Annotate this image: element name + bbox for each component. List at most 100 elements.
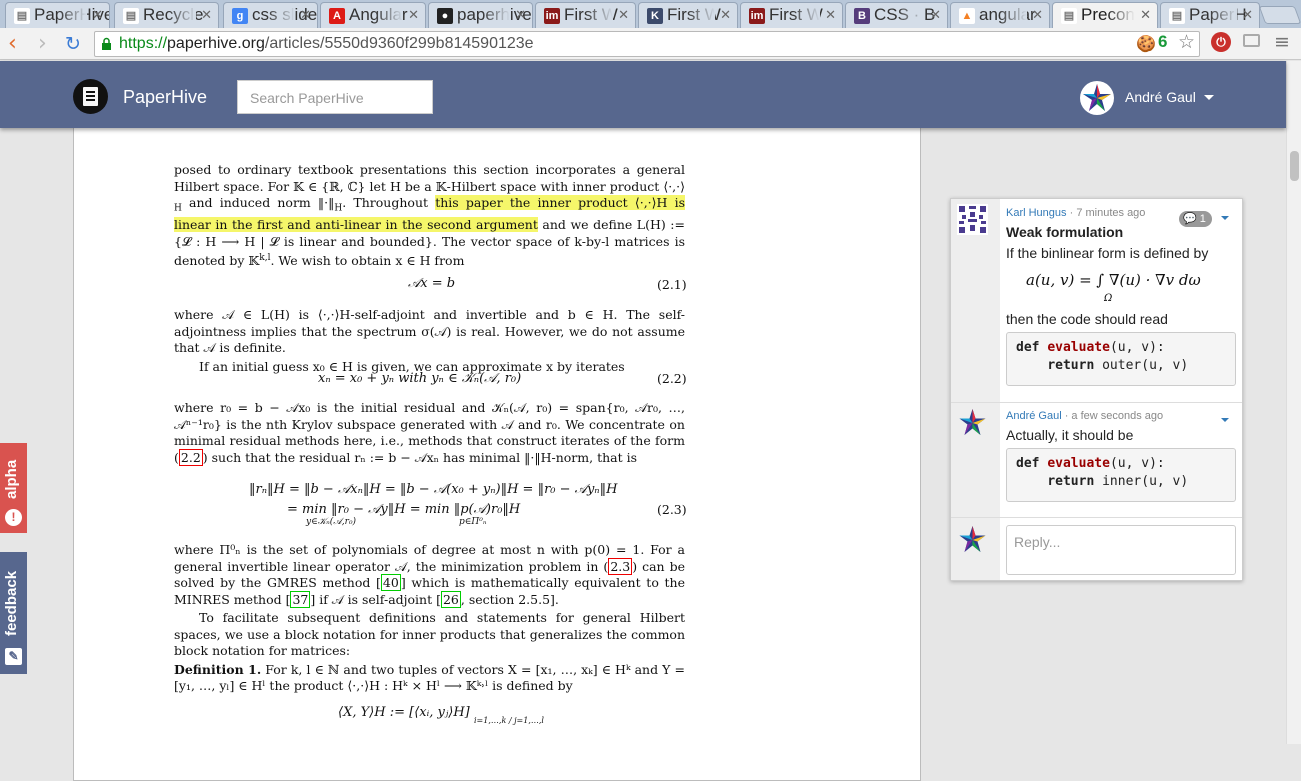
citation-link[interactable]: 37 (290, 590, 311, 608)
knowyourmeme-icon: K (647, 8, 663, 24)
tab-close-icon[interactable]: ✕ (1140, 7, 1151, 23)
citation-link[interactable]: 26 (440, 590, 461, 608)
new-tab-button[interactable] (1258, 6, 1301, 24)
tab-close-icon[interactable]: ✕ (720, 7, 731, 23)
lock-icon (102, 37, 111, 50)
code-block: def evaluate(u, v): return outer(u, v) (1006, 332, 1236, 386)
browser-tab[interactable]: imFirst W✕ (740, 2, 843, 28)
brand-name[interactable]: PaperHive (123, 87, 207, 108)
equation-2-2: xₙ = x₀ + yₙ with yₙ ∈ 𝒦ₙ(𝒜, r₀) (318, 371, 522, 386)
browser-tab[interactable]: g css slide ✕ (223, 2, 318, 28)
reply-input[interactable]: Reply... (1006, 525, 1236, 575)
search-input[interactable]: Search PaperHive (237, 80, 433, 114)
tab-close-icon[interactable]: ✕ (92, 7, 103, 23)
document-icon: ▤ (123, 8, 139, 24)
equation-number: (2.1) (657, 277, 687, 292)
forward-icon[interactable]: › (38, 33, 47, 55)
user-name[interactable]: André Gaul (1125, 89, 1196, 105)
comment-formula: a(u, v) = ∫ ∇(u) · ∇v dω (1026, 271, 1201, 289)
reload-icon[interactable]: ↻ (65, 33, 81, 55)
paperhive-logo-icon[interactable] (73, 79, 108, 114)
equation-definition: ⟨X, Y⟩H := [⟨xᵢ, yⱼ⟩H] (338, 705, 470, 720)
document-icon: ▤ (14, 8, 30, 24)
equation-2-1: 𝒜x = b (408, 276, 456, 291)
browser-tab[interactable]: ▤Precon✕ (1052, 2, 1158, 29)
google-icon: g (232, 8, 248, 24)
comment-meta: Karl Hungus · 7 minutes ago (1006, 207, 1146, 219)
browser-tab-strip: ▤PaperHive✕▤Recycle✕gcss slide✕AAngular✕… (0, 0, 1301, 29)
page-scrollbar[interactable] (1286, 61, 1301, 744)
browser-tab[interactable]: ▤PaperHive✕ (5, 2, 110, 28)
comment-options-caret-icon[interactable] (1221, 418, 1229, 422)
tab-close-icon[interactable]: ✕ (201, 7, 212, 23)
tab-close-icon[interactable]: ✕ (930, 7, 941, 23)
comment-options-caret-icon[interactable] (1221, 216, 1229, 220)
andre-gaul-avatar[interactable] (957, 407, 988, 438)
reply-count-badge[interactable]: 💬 1 (1179, 211, 1212, 227)
user-avatar[interactable] (1080, 81, 1114, 115)
tab-close-icon[interactable]: ✕ (515, 7, 526, 23)
paragraph: where r₀ = b − 𝒜x₀ is the initial residu… (174, 400, 685, 466)
alpha-label: alpha (3, 459, 20, 499)
tab-close-icon[interactable]: ✕ (825, 7, 836, 23)
equation-number: (2.3) (657, 502, 687, 517)
browser-tab[interactable]: AAngular✕ (320, 2, 426, 28)
definition-label: Definition 1. (174, 661, 262, 677)
browser-tab[interactable]: ▤PaperH✕ (1160, 2, 1260, 28)
comment-text: Actually, it should be (1006, 427, 1134, 443)
extension-badge[interactable]: 6 (1158, 32, 1167, 52)
karl-hungus-avatar[interactable] (957, 204, 988, 235)
alpha-tab[interactable]: ! alpha (0, 443, 27, 533)
user-menu-caret-icon[interactable] (1204, 95, 1214, 100)
browser-tab[interactable]: imFirst W✕ (535, 2, 636, 28)
document-icon: ▤ (1061, 8, 1077, 24)
url-text: https://paperhive.org/articles/5550d9360… (119, 35, 534, 52)
tab-close-icon[interactable]: ✕ (1032, 7, 1043, 23)
discussion-card: Karl Hungus · 7 minutes ago 💬 1 Weak for… (950, 198, 1243, 581)
tab-close-icon[interactable]: ✕ (1242, 7, 1253, 23)
equation-subscript: p∈Π⁰ₙ (459, 517, 487, 527)
chat-icon[interactable] (1243, 34, 1260, 47)
tab-close-icon[interactable]: ✕ (300, 7, 311, 23)
bootstrap-icon: B (854, 8, 870, 24)
bookmark-star-icon[interactable]: ☆ (1178, 31, 1195, 53)
equation-subscript: y∈𝒦ₙ(𝒜,r₀) (306, 517, 357, 527)
browser-tab[interactable]: ●paperhive✕ (428, 2, 533, 28)
tab-close-icon[interactable]: ✕ (618, 7, 629, 23)
feedback-tab[interactable]: feedback ✎ (0, 552, 27, 674)
browser-tab[interactable]: ▤Recycle✕ (114, 2, 219, 28)
stackoverflow-icon: ▲ (959, 8, 975, 24)
feedback-icon: ✎ (5, 648, 22, 665)
power-icon[interactable]: ⏻ (1211, 32, 1231, 52)
comment-title: Weak formulation (1006, 224, 1124, 240)
imdb-icon: im (544, 8, 560, 24)
equation-subscript: i=1,…,k / j=1,…,l (474, 716, 544, 725)
scrollbar-thumb[interactable] (1290, 151, 1299, 181)
comment-author[interactable]: Karl Hungus (1006, 207, 1067, 219)
current-user-avatar (959, 526, 986, 552)
equation-reference[interactable]: 2.3 (608, 557, 633, 575)
menu-icon[interactable]: ≡ (1274, 31, 1290, 53)
back-icon[interactable]: ‹ (8, 33, 17, 55)
imdb-icon: im (749, 8, 765, 24)
comment-text: If the binlinear form is defined by (1006, 245, 1209, 261)
comment-author[interactable]: André Gaul (1006, 410, 1062, 422)
paragraph: where 𝒜 ∈ L(H) is ⟨·,·⟩H-self-adjoint an… (174, 307, 685, 374)
paragraph: posed to ordinary textbook presentations… (174, 162, 686, 269)
cookie-icon[interactable]: 🍪 (1136, 34, 1156, 53)
tab-close-icon[interactable]: ✕ (408, 7, 419, 23)
equation-2-3-line1: ‖rₙ‖H = ‖b − 𝒜xₙ‖H = ‖b − 𝒜(x₀ + yₙ)‖H =… (249, 482, 618, 497)
feedback-label: feedback (3, 570, 20, 636)
browser-toolbar: ‹ › ↻ https://paperhive.org/articles/555… (0, 28, 1301, 60)
browser-tab[interactable]: BCSS · B✕ (845, 2, 948, 28)
citation-link[interactable]: 40 (380, 574, 401, 591)
comment-text: then the code should read (1006, 311, 1168, 327)
equation-reference[interactable]: 2.2 (178, 448, 203, 466)
equation-2-3-line2: = min ‖r₀ − 𝒜y‖H = min ‖p(𝒜)r₀‖H (287, 502, 521, 517)
formula-subscript: Ω (1104, 293, 1113, 304)
code-block: def evaluate(u, v): return inner(u, v) (1006, 448, 1236, 502)
document-page: 4 posed to ordinary textbook presentatio… (73, 61, 921, 781)
browser-tab[interactable]: KFirst W✕ (638, 2, 738, 28)
address-bar[interactable]: https://paperhive.org/articles/5550d9360… (94, 31, 1200, 57)
browser-tab[interactable]: ▲angular✕ (950, 2, 1050, 28)
